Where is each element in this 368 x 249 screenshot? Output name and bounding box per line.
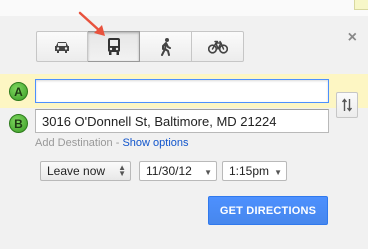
chevron-down-icon: ▼ [204, 168, 212, 177]
get-directions-button[interactable]: GET DIRECTIONS [208, 196, 328, 225]
bus-icon [107, 38, 120, 55]
swap-arrows-icon [342, 98, 352, 112]
updown-caret-icon: ▲ ▼ [118, 163, 126, 178]
annotation-arrow-icon [78, 11, 105, 36]
destination-input[interactable]: 3016 O'Donnell St, Baltimore, MD 21224 [35, 109, 329, 133]
travel-mode-walking[interactable] [140, 31, 192, 62]
start-location-input[interactable] [35, 79, 329, 103]
chevron-down-icon: ▼ [274, 168, 282, 177]
time-select[interactable]: 1:15pm ▼ [222, 161, 287, 181]
swap-locations-button[interactable] [336, 92, 358, 118]
destination-value: 3016 O'Donnell St, Baltimore, MD 21224 [42, 113, 277, 129]
walking-icon [160, 37, 171, 56]
top-strip [0, 0, 368, 16]
travel-mode-selector [36, 31, 244, 62]
add-destination-separator: - [112, 137, 123, 149]
corner-tab [354, 0, 368, 10]
add-destination-row: Add Destination - Show options [35, 137, 189, 149]
leave-now-value: Leave now [47, 164, 106, 178]
close-icon[interactable]: × [348, 30, 357, 46]
date-value: 11/30/12 [146, 164, 192, 178]
show-options-link[interactable]: Show options [122, 137, 188, 149]
travel-mode-bicycling[interactable] [192, 31, 244, 62]
marker-b-icon: B [9, 114, 28, 133]
date-select[interactable]: 11/30/12 ▼ [139, 161, 217, 181]
leave-now-select[interactable]: Leave now ▲ ▼ [40, 161, 131, 181]
bicycle-icon [207, 40, 228, 54]
time-value: 1:15pm [229, 164, 270, 178]
add-destination-link[interactable]: Add Destination [35, 137, 113, 149]
car-icon [55, 41, 69, 53]
marker-a-icon: A [9, 82, 28, 101]
